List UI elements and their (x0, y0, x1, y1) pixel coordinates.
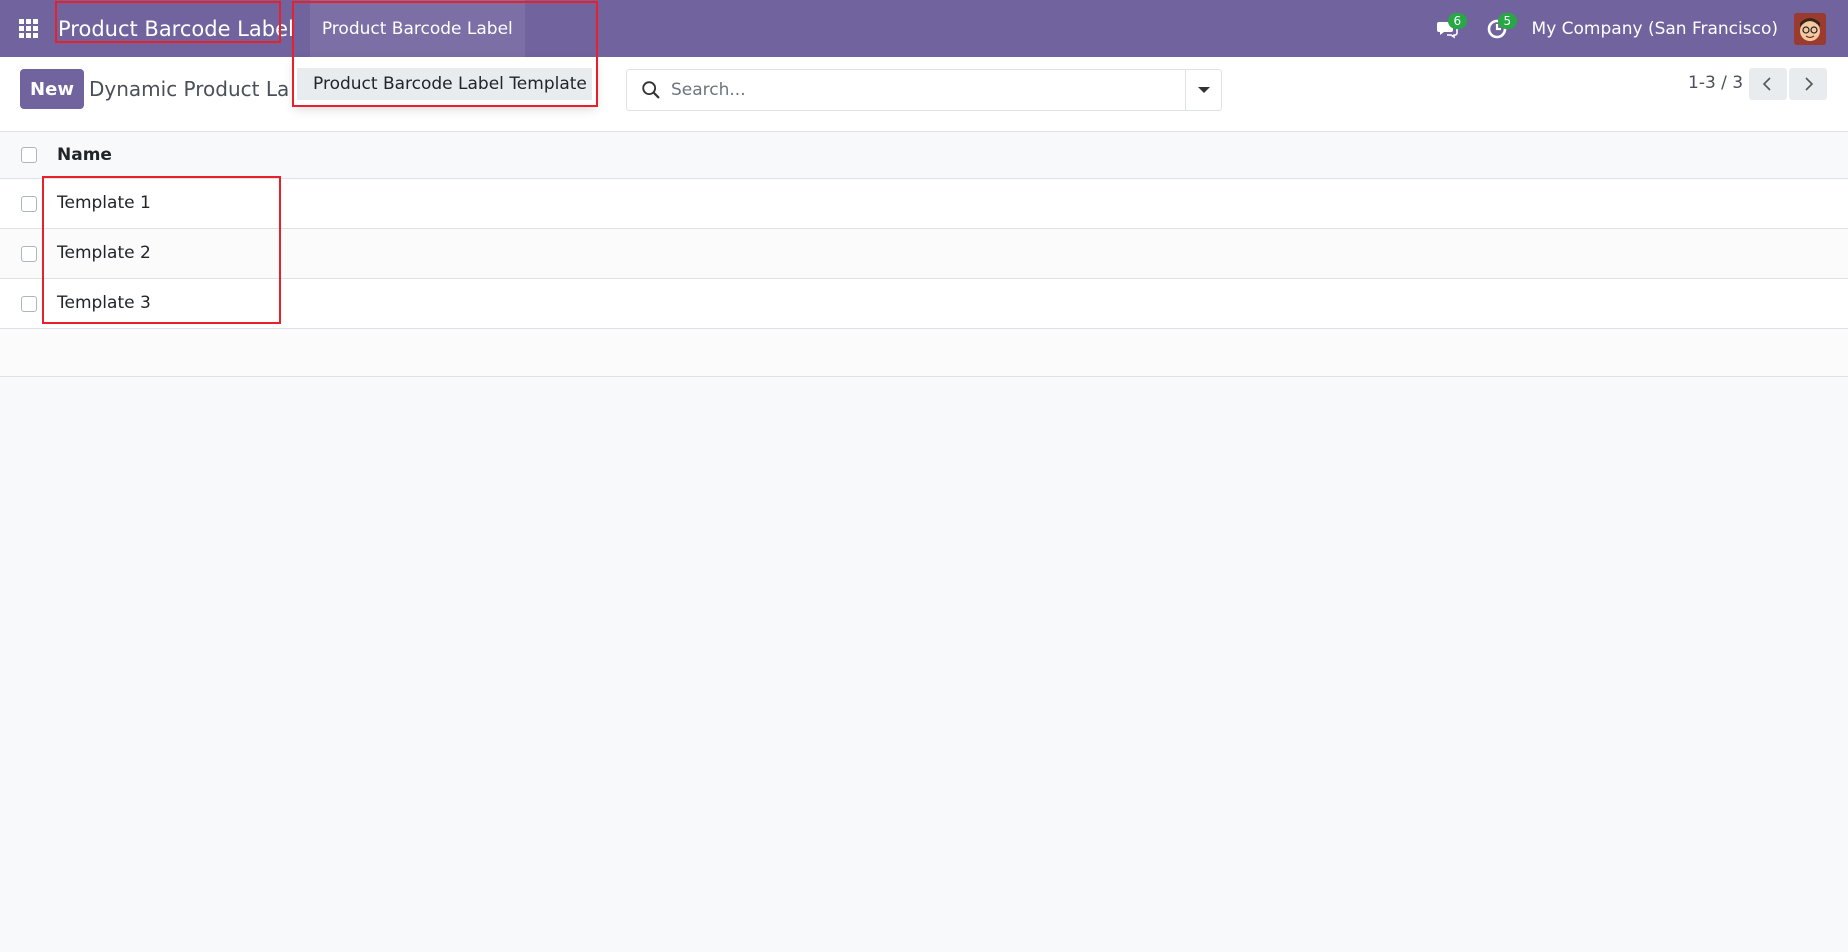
messages-button[interactable]: 6 (1422, 0, 1472, 57)
menu-item-product-barcode-label-template[interactable]: Product Barcode Label Template (297, 68, 592, 100)
pager-next-button[interactable] (1789, 68, 1827, 100)
row-checkbox[interactable] (21, 196, 37, 212)
search-bar (626, 69, 1222, 111)
select-all-checkbox[interactable] (21, 147, 37, 163)
chevron-right-icon (1805, 77, 1814, 91)
activities-button[interactable]: 5 (1472, 0, 1522, 57)
app-brand-title[interactable]: Product Barcode Label (57, 0, 296, 57)
apps-menu-icon[interactable] (0, 0, 57, 57)
list-header: Name (0, 132, 1848, 179)
top-navbar: Product Barcode Label Product Barcode La… (0, 0, 1848, 57)
list-view: Name Template 1 Template 2 Template 3 (0, 132, 1848, 377)
chevron-left-icon (1762, 77, 1771, 91)
row-checkbox[interactable] (21, 246, 37, 262)
menu-dropdown: Product Barcode Label Template (294, 57, 596, 105)
menu-product-barcode-label[interactable]: Product Barcode Label (309, 0, 525, 57)
column-header-name[interactable]: Name (57, 145, 112, 165)
messages-count-badge: 6 (1447, 13, 1468, 29)
breadcrumb: Dynamic Product Label (89, 77, 289, 101)
search-input[interactable] (671, 70, 1171, 110)
user-avatar[interactable] (1794, 12, 1826, 45)
row-name-cell[interactable]: Template 2 (57, 243, 151, 263)
table-row[interactable]: Template 1 (0, 179, 1848, 229)
search-icon (642, 81, 660, 99)
row-name-cell[interactable]: Template 1 (57, 193, 151, 213)
activities-count-badge: 5 (1497, 13, 1518, 29)
row-checkbox[interactable] (21, 296, 37, 312)
row-name-cell[interactable]: Template 3 (57, 293, 151, 313)
new-button[interactable]: New (20, 69, 84, 109)
avatar-face-icon (1794, 12, 1826, 45)
caret-down-icon (1197, 87, 1210, 93)
table-row[interactable]: Template 2 (0, 229, 1848, 279)
list-empty-row (0, 329, 1848, 377)
control-panel: New Dynamic Product Label 1-3 / 3 (0, 57, 1848, 132)
search-options-toggle[interactable] (1185, 70, 1221, 110)
table-row[interactable]: Template 3 (0, 279, 1848, 329)
pager-value[interactable]: 1-3 / 3 (1688, 73, 1743, 93)
company-switcher[interactable]: My Company (San Francisco) (1522, 19, 1794, 39)
pager-previous-button[interactable] (1749, 68, 1787, 100)
